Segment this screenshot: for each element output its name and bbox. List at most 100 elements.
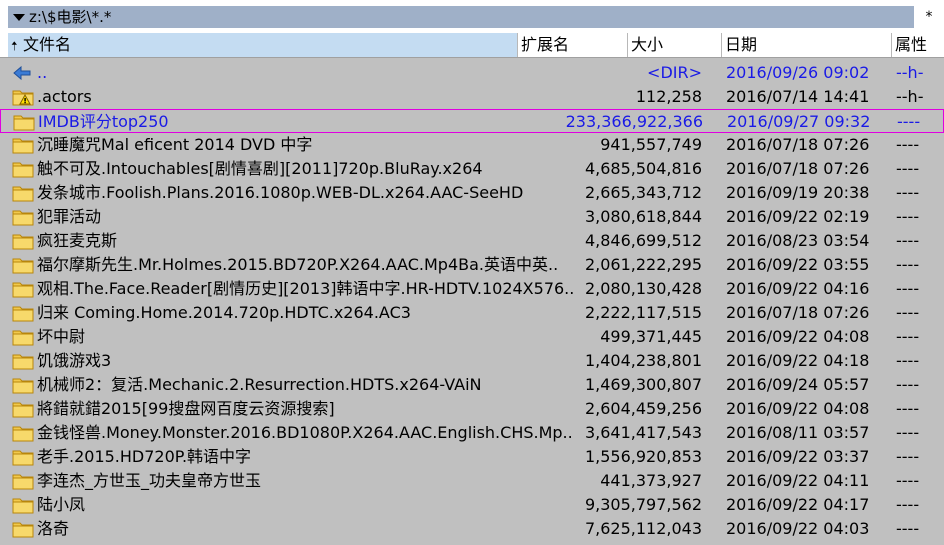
file-size: 2,080,130,428 bbox=[584, 279, 702, 298]
folder-icon bbox=[12, 160, 34, 178]
file-name: 金钱怪兽.Money.Monster.2016.BD1080P.X264.AAC… bbox=[37, 423, 573, 442]
folder-icon bbox=[12, 448, 34, 466]
file-size: 1,556,920,853 bbox=[584, 447, 702, 466]
file-name: 犯罪活动 bbox=[37, 207, 102, 226]
file-row[interactable]: 发条城市.Foolish.Plans.2016.1080p.WEB-DL.x26… bbox=[0, 181, 944, 205]
file-row[interactable]: 观相.The.Face.Reader[剧情历史][2013]韩语中字.HR-HD… bbox=[0, 277, 944, 301]
file-attr: --h- bbox=[896, 87, 924, 106]
file-attr: --h- bbox=[896, 63, 924, 82]
file-size: <DIR> bbox=[647, 63, 702, 82]
sort-up-icon: 🠡 bbox=[11, 39, 18, 53]
file-size: 2,604,459,256 bbox=[584, 399, 702, 418]
file-size: 2,222,117,515 bbox=[584, 303, 702, 322]
file-size: 3,641,417,543 bbox=[584, 423, 702, 442]
file-row[interactable]: 归来 Coming.Home.2014.720p.HDTC.x264.AC3 2,… bbox=[0, 301, 944, 325]
file-attr: ---- bbox=[896, 399, 920, 418]
file-name: 李连杰_方世玉_功夫皇帝方世玉 bbox=[37, 471, 262, 490]
header-ext[interactable]: 扩展名 bbox=[518, 33, 628, 57]
file-attr: ---- bbox=[896, 327, 920, 346]
file-name: .. bbox=[37, 63, 48, 82]
up-arrow-icon bbox=[12, 64, 34, 82]
file-size: 2,665,343,712 bbox=[584, 183, 702, 202]
file-date: 2016/07/14 14:41 bbox=[726, 87, 870, 106]
file-size: 1,469,300,807 bbox=[584, 375, 702, 394]
file-row[interactable]: 坏中尉 499,371,445 2016/09/22 04:08 ---- bbox=[0, 325, 944, 349]
path-dropdown[interactable]: z:\$电影\*.* bbox=[8, 6, 914, 28]
file-attr: ---- bbox=[896, 495, 920, 514]
header-size[interactable]: 大小 bbox=[628, 33, 722, 57]
header-date[interactable]: 日期 bbox=[722, 33, 892, 57]
file-row[interactable]: 福尔摩斯先生.Mr.Holmes.2015.BD720P.X264.AAC.Mp… bbox=[0, 253, 944, 277]
file-row[interactable]: 机械师2：复活.Mechanic.2.Resurrection.HDTS.x26… bbox=[0, 373, 944, 397]
file-date: 2016/09/22 03:55 bbox=[726, 255, 870, 274]
column-header: 🠡 文件名 扩展名 大小 日期 属性 bbox=[0, 33, 944, 58]
file-name: IMDB评分top250 bbox=[38, 112, 169, 131]
file-size: 112,258 bbox=[635, 87, 702, 106]
file-size: 441,373,927 bbox=[600, 471, 702, 490]
file-attr: ---- bbox=[896, 351, 920, 370]
file-row[interactable]: .. <DIR> 2016/09/26 09:02 --h- bbox=[0, 61, 944, 85]
folder-icon bbox=[12, 280, 34, 298]
file-name: 疯狂麦克斯 bbox=[37, 231, 118, 250]
file-name: 福尔摩斯先生.Mr.Holmes.2015.BD720P.X264.AAC.Mp… bbox=[37, 255, 559, 274]
file-size: 3,080,618,844 bbox=[584, 207, 702, 226]
file-row[interactable]: 陆小凤 9,305,797,562 2016/09/22 04:17 ---- bbox=[0, 493, 944, 517]
folder-icon bbox=[12, 232, 34, 250]
folder-icon bbox=[12, 520, 34, 538]
file-attr: ---- bbox=[896, 255, 920, 274]
file-date: 2016/09/22 04:03 bbox=[726, 519, 870, 538]
file-date: 2016/09/22 02:19 bbox=[726, 207, 870, 226]
file-row[interactable]: 饥饿游戏3 1,404,238,801 2016/09/22 04:18 ---- bbox=[0, 349, 944, 373]
folder-icon bbox=[12, 496, 34, 514]
file-row[interactable]: 洛奇 7,625,112,043 2016/09/22 04:03 ---- bbox=[0, 517, 944, 541]
file-name: 陆小凤 bbox=[37, 495, 86, 514]
folder-icon bbox=[12, 376, 34, 394]
folder-icon bbox=[12, 328, 34, 346]
file-name: 观相.The.Face.Reader[剧情历史][2013]韩语中字.HR-HD… bbox=[37, 279, 575, 298]
folder-icon bbox=[12, 424, 34, 442]
file-attr: ---- bbox=[896, 231, 920, 250]
file-list[interactable]: .. <DIR> 2016/09/26 09:02 --h- .actors 112,25… bbox=[0, 61, 944, 541]
folder-icon bbox=[12, 184, 34, 202]
file-name: 归来 Coming.Home.2014.720p.HDTC.x264.AC3 bbox=[37, 303, 411, 322]
file-size: 4,685,504,816 bbox=[584, 159, 702, 178]
file-row[interactable]: 犯罪活动 3,080,618,844 2016/09/22 02:19 ---- bbox=[0, 205, 944, 229]
file-size: 7,625,112,043 bbox=[584, 519, 702, 538]
file-attr: ---- bbox=[897, 112, 921, 131]
file-date: 2016/09/22 04:17 bbox=[726, 495, 870, 514]
path-bar: z:\$电影\*.* * bbox=[0, 0, 944, 34]
folder-icon bbox=[13, 113, 35, 131]
header-name[interactable]: 🠡 文件名 bbox=[8, 33, 518, 57]
file-row[interactable]: 金钱怪兽.Money.Monster.2016.BD1080P.X264.AAC… bbox=[0, 421, 944, 445]
file-row[interactable]: 沉睡魔咒Mal eficent 2014 DVD 中字 941,557,749 20… bbox=[0, 133, 944, 157]
folder-icon bbox=[12, 136, 34, 154]
file-row[interactable]: 触不可及.Intouchables[剧情喜剧][2011]720p.BluRay… bbox=[0, 157, 944, 181]
file-attr: ---- bbox=[896, 303, 920, 322]
file-name: 沉睡魔咒Mal eficent 2014 DVD 中字 bbox=[37, 135, 313, 154]
file-date: 2016/08/11 03:57 bbox=[726, 423, 870, 442]
favorites-button[interactable]: * bbox=[918, 6, 940, 28]
file-row[interactable]: IMDB评分top250 233,366,922,366 2016/09/27 09… bbox=[0, 109, 944, 133]
file-attr: ---- bbox=[896, 423, 920, 442]
file-row[interactable]: 將錯就錯2015[99搜盘网百度云资源搜索] 2,604,459,256 2016/… bbox=[0, 397, 944, 421]
file-row[interactable]: 疯狂麦克斯 4,846,699,512 2016/08/23 03:54 ---- bbox=[0, 229, 944, 253]
warning-folder-icon bbox=[12, 88, 34, 106]
file-date: 2016/09/22 04:16 bbox=[726, 279, 870, 298]
file-name: .actors bbox=[37, 87, 92, 106]
file-date: 2016/09/22 04:08 bbox=[726, 399, 870, 418]
file-date: 2016/09/22 03:37 bbox=[726, 447, 870, 466]
file-name: 发条城市.Foolish.Plans.2016.1080p.WEB-DL.x26… bbox=[37, 183, 524, 202]
dropdown-arrow-icon[interactable] bbox=[13, 14, 25, 21]
file-row[interactable]: .actors 112,258 2016/07/14 14:41 --h- bbox=[0, 85, 944, 109]
file-attr: ---- bbox=[896, 471, 920, 490]
file-attr: ---- bbox=[896, 183, 920, 202]
header-attr[interactable]: 属性 bbox=[892, 33, 944, 57]
file-row[interactable]: 老手.2015.HD720P.韩语中字 1,556,920,853 2016/09/… bbox=[0, 445, 944, 469]
file-row[interactable]: 李连杰_方世玉_功夫皇帝方世玉 441,373,927 2016/09/22 04:… bbox=[0, 469, 944, 493]
folder-icon bbox=[12, 256, 34, 274]
file-date: 2016/09/27 09:32 bbox=[727, 112, 871, 131]
file-size: 9,305,797,562 bbox=[584, 495, 702, 514]
file-attr: ---- bbox=[896, 159, 920, 178]
file-attr: ---- bbox=[896, 207, 920, 226]
file-date: 2016/09/24 05:57 bbox=[726, 375, 870, 394]
